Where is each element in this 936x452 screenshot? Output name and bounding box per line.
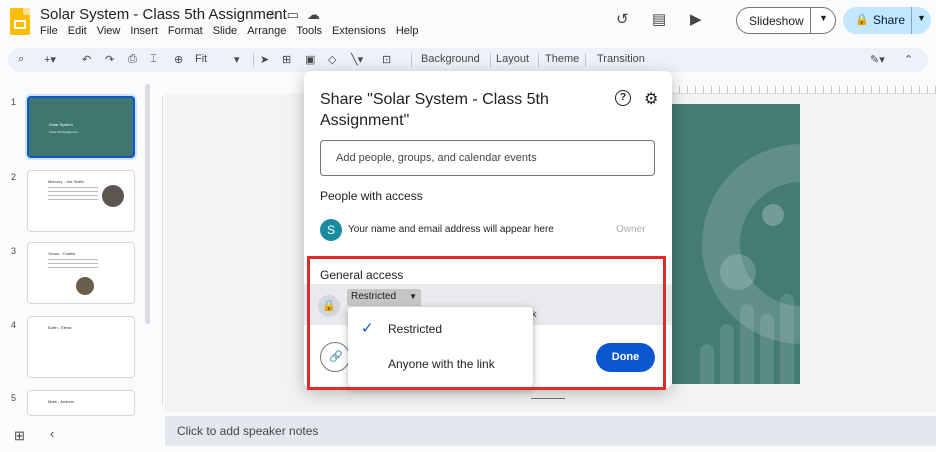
paint-format-icon[interactable]: ⌶ bbox=[150, 53, 157, 66]
select-cursor-icon[interactable]: ➤ bbox=[260, 53, 269, 66]
cloud-status-icon[interactable]: ☁ bbox=[307, 7, 320, 23]
speaker-notes-placeholder: Click to add speaker notes bbox=[177, 424, 319, 438]
image-icon[interactable]: ▣ bbox=[305, 53, 315, 66]
copy-link-button[interactable]: 🔗 bbox=[320, 342, 350, 372]
theme-button[interactable]: Theme bbox=[545, 53, 579, 65]
link-icon: 🔗 bbox=[329, 351, 343, 363]
checkmark-icon: ✓ bbox=[361, 320, 374, 337]
grid-view-icon[interactable]: ⊞ bbox=[14, 428, 25, 444]
access-level-dropdown: ✓ Restricted Anyone with the link bbox=[348, 307, 533, 387]
lock-icon: 🔒 bbox=[318, 295, 340, 317]
dialog-title: Share "Solar System - Class 5th Assignme… bbox=[320, 91, 549, 129]
menu-view[interactable]: View bbox=[97, 25, 121, 37]
slideshow-button[interactable]: Slideshow ▼ bbox=[736, 7, 836, 34]
app-header: Solar System - Class 5th Assignment ☆ ▭ … bbox=[0, 0, 936, 44]
owner-role-label: Owner bbox=[616, 224, 646, 235]
share-label: Share bbox=[873, 13, 906, 27]
pen-tool-icon[interactable]: ✎▾ bbox=[870, 53, 885, 66]
line-icon[interactable]: ╲▾ bbox=[351, 53, 363, 66]
add-people-input[interactable]: Add people, groups, and calendar events bbox=[320, 140, 655, 176]
filmstrip-scrollbar[interactable] bbox=[145, 84, 150, 324]
menu-insert[interactable]: Insert bbox=[130, 25, 158, 37]
menu-slide[interactable]: Slide bbox=[213, 25, 237, 37]
lock-icon: 🔒 bbox=[855, 14, 869, 26]
comment-add-icon[interactable]: ⊡ bbox=[382, 53, 391, 66]
undo-icon[interactable]: ↶ bbox=[82, 53, 91, 66]
slide-thumbnail[interactable]: Earth - Elena bbox=[27, 316, 135, 378]
collapse-filmstrip-icon[interactable]: ‹ bbox=[50, 426, 54, 441]
background-button[interactable]: Background bbox=[421, 53, 480, 65]
share-options-chevron-icon[interactable]: ▼ bbox=[917, 13, 926, 23]
zoom-icon[interactable]: ⊕ bbox=[174, 53, 183, 66]
avatar: S bbox=[320, 219, 342, 241]
slide-thumbnail[interactable]: Mars - Andrew bbox=[27, 390, 135, 416]
notes-resize-handle[interactable] bbox=[531, 398, 565, 399]
current-slide[interactable] bbox=[672, 104, 800, 384]
chevron-down-icon: ▼ bbox=[409, 292, 417, 301]
menu-bar: File Edit View Insert Format Slide Arran… bbox=[40, 25, 428, 37]
slide-thumbnail[interactable]: Venus - Charlie bbox=[27, 242, 135, 304]
access-level-value: Restricted bbox=[351, 291, 397, 302]
menu-arrange[interactable]: Arrange bbox=[247, 25, 286, 37]
zoom-select[interactable]: Fit bbox=[195, 53, 207, 65]
toolbar: ⌕ +▾ ↶ ↷ ⎙ ⌶ ⊕ Fit ▾ ➤ ⊞ ▣ ◇ ╲▾ ⊡ Backgr… bbox=[8, 48, 928, 72]
slide-number: 5 bbox=[11, 393, 17, 403]
slide-number: 2 bbox=[11, 172, 17, 182]
done-button[interactable]: Done bbox=[596, 343, 655, 372]
meet-icon[interactable]: ▶ bbox=[690, 10, 702, 28]
slides-logo-icon[interactable] bbox=[10, 8, 30, 35]
version-history-icon[interactable]: ↺ bbox=[616, 10, 629, 28]
general-access-heading: General access bbox=[320, 268, 404, 282]
menu-tools[interactable]: Tools bbox=[296, 25, 322, 37]
vertical-ruler bbox=[153, 96, 163, 406]
speaker-notes[interactable]: Click to add speaker notes bbox=[165, 416, 936, 446]
slide-thumbnail[interactable]: Solar System Class 5th Assignment bbox=[27, 96, 135, 158]
title-actions: ☆ ▭ ☁ bbox=[267, 7, 320, 23]
zoom-chevron-icon[interactable]: ▾ bbox=[234, 53, 240, 66]
redo-icon[interactable]: ↷ bbox=[105, 53, 114, 66]
share-button[interactable]: 🔒 Share ▼ bbox=[843, 7, 931, 34]
document-title[interactable]: Solar System - Class 5th Assignment bbox=[40, 6, 287, 23]
gear-icon[interactable]: ⚙ bbox=[644, 89, 658, 109]
slideshow-options-chevron-icon[interactable]: ▼ bbox=[819, 13, 828, 23]
move-folder-icon[interactable]: ▭ bbox=[287, 7, 299, 23]
slide-number: 4 bbox=[11, 320, 17, 330]
slide-number: 3 bbox=[11, 246, 17, 256]
menu-file[interactable]: File bbox=[40, 25, 58, 37]
access-level-select[interactable]: Restricted ▼ bbox=[347, 289, 421, 306]
star-icon[interactable]: ☆ bbox=[267, 7, 279, 23]
layout-button[interactable]: Layout bbox=[496, 53, 529, 65]
collapse-toolbar-icon[interactable]: ⌃ bbox=[904, 53, 913, 66]
print-icon[interactable]: ⎙ bbox=[128, 53, 137, 66]
new-slide-icon[interactable]: +▾ bbox=[44, 53, 56, 66]
shape-icon[interactable]: ◇ bbox=[328, 53, 336, 66]
transition-button[interactable]: Transition bbox=[597, 53, 645, 65]
menu-help[interactable]: Help bbox=[396, 25, 419, 37]
menu-edit[interactable]: Edit bbox=[68, 25, 87, 37]
text-box-icon[interactable]: ⊞ bbox=[282, 53, 291, 66]
help-icon[interactable]: ? bbox=[615, 90, 631, 106]
comments-icon[interactable]: ▤ bbox=[652, 10, 666, 28]
person-name: Your name and email address will appear … bbox=[348, 224, 554, 235]
slide-thumbnail[interactable]: Mercury - Joe Smith bbox=[27, 170, 135, 232]
search-menus-icon[interactable]: ⌕ bbox=[18, 53, 24, 66]
slideshow-label: Slideshow bbox=[749, 14, 804, 28]
people-with-access-heading: People with access bbox=[320, 189, 423, 203]
menu-format[interactable]: Format bbox=[168, 25, 203, 37]
slide-filmstrip: 1 Solar System Class 5th Assignment 2 Me… bbox=[0, 80, 150, 416]
dropdown-option-restricted[interactable]: ✓ Restricted bbox=[348, 312, 533, 346]
horizontal-ruler bbox=[672, 86, 936, 94]
menu-extensions[interactable]: Extensions bbox=[332, 25, 386, 37]
dropdown-option-anyone-with-link[interactable]: Anyone with the link bbox=[348, 347, 533, 381]
slide-number: 1 bbox=[11, 97, 17, 107]
